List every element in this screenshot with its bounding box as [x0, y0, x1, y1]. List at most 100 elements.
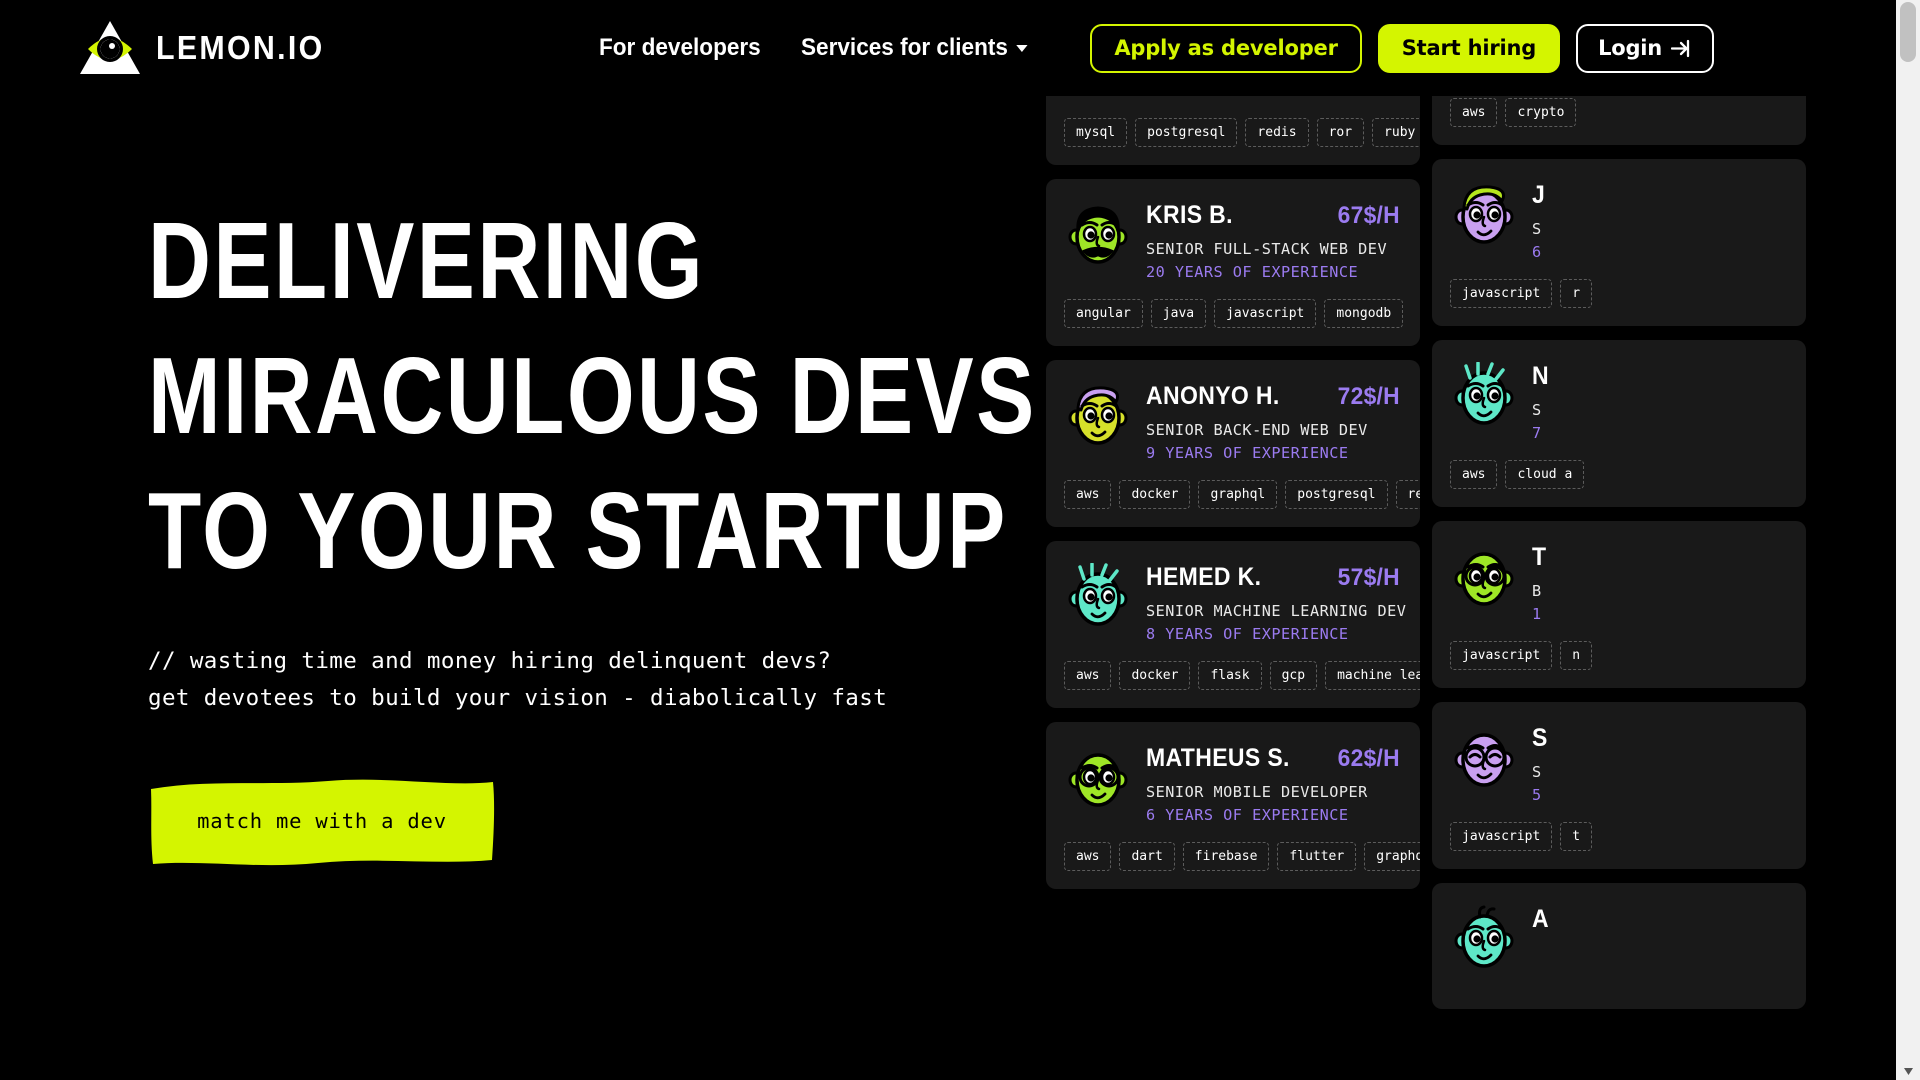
dev-name: KRIS B. — [1146, 201, 1233, 229]
skill-tag[interactable]: javascript — [1214, 299, 1317, 328]
teal-glasses-avatar — [1064, 562, 1132, 631]
dev-name: S — [1532, 724, 1548, 752]
login-button[interactable]: Login — [1576, 23, 1715, 73]
skill-tag[interactable]: flutter — [1277, 842, 1357, 871]
dev-role: SENIOR BACK-END WEB DEV — [1146, 421, 1368, 439]
dev-experience: 8 YEARS OF EXPERIENCE — [1146, 625, 1349, 643]
dev-info: TB 1 — [1532, 541, 1788, 623]
dev-card[interactable]: A — [1432, 883, 1806, 1009]
skill-tag[interactable]: postgresql — [1285, 480, 1388, 509]
scrollbar-down-arrow[interactable] — [1896, 1062, 1920, 1080]
dev-role: S — [1532, 220, 1542, 238]
dev-card[interactable]: J S 6 javascript r — [1432, 159, 1806, 326]
skill-tag[interactable]: machine learning — [1325, 661, 1420, 690]
dev-card[interactable]: T B 1 javascript n — [1432, 521, 1806, 688]
skill-tags: awsdockerflaskgcpmachine learning — [1064, 661, 1420, 690]
dev-card[interactable]: S S 5 javascript t — [1432, 702, 1806, 869]
skill-tag[interactable]: javascript — [1450, 822, 1553, 851]
skill-tag[interactable]: javascript — [1450, 641, 1553, 670]
skill-tags: javascript n — [1450, 641, 1788, 670]
nav-services-label: Services for clients — [801, 34, 1009, 61]
dev-info: KRIS B. 67$/H SENIOR FULL-STACK WEB DEV 20 … — [1146, 199, 1402, 281]
nav-services-for-clients[interactable]: Services for clients — [801, 34, 1028, 62]
skill-tag[interactable]: aws — [1450, 460, 1498, 489]
dev-card[interactable]: ANONYO H. 72$/H SENIOR BACK-END WEB DEV 9 Y… — [1046, 360, 1420, 527]
page-scrollbar[interactable] — [1896, 0, 1920, 1080]
login-label: Login — [1598, 36, 1663, 60]
dev-rate: 67$/H — [1338, 202, 1401, 229]
dev-name: T — [1532, 543, 1547, 571]
skill-tag[interactable]: flask — [1198, 661, 1262, 690]
skill-tag[interactable]: aws — [1064, 661, 1112, 690]
dev-role: SENIOR FULL-STACK WEB DEV — [1146, 240, 1388, 258]
skill-tags: javascript t — [1450, 822, 1788, 851]
skill-tag[interactable]: javascript — [1450, 279, 1553, 308]
dev-name: ANONYO H. — [1146, 382, 1280, 410]
skill-tag[interactable]: r — [1560, 279, 1593, 308]
nav-for-developers[interactable]: For developers — [599, 34, 761, 62]
hero-section: DELIVERING MIRACULOUS DEVS TO YOUR START… — [0, 96, 1040, 867]
skill-tags: awsdartfirebasefluttergraphql — [1064, 842, 1420, 871]
skill-tag[interactable]: react — [1395, 480, 1420, 509]
skill-tag[interactable]: t — [1560, 822, 1593, 851]
dev-role: B — [1532, 582, 1542, 600]
skill-tag[interactable]: docker — [1119, 480, 1191, 509]
purple-glasses-avatar — [1450, 724, 1518, 792]
login-arrow-icon — [1671, 39, 1692, 58]
skill-tag[interactable]: redis — [1245, 118, 1309, 147]
dev-name: MATHEUS S. — [1146, 744, 1290, 772]
skill-tag[interactable]: mysql — [1064, 118, 1128, 147]
blue-hair-green-avatar — [1450, 543, 1518, 611]
skill-tag[interactable]: ror — [1316, 118, 1365, 147]
dev-experience: 6 YEARS OF EXPERIENCE — [1146, 806, 1349, 824]
dev-info: SS 5 — [1532, 722, 1788, 804]
apply-as-developer-button[interactable]: Apply as developer — [1090, 23, 1362, 73]
dev-experience: 7 — [1532, 424, 1542, 442]
tagline-line-2: get devotees to build your vision - diab… — [148, 685, 888, 711]
skill-tag[interactable]: gcp — [1269, 661, 1318, 690]
skill-tag[interactable]: n — [1560, 641, 1593, 670]
dev-experience: 5 — [1532, 786, 1542, 804]
dev-info: NS 7 — [1532, 360, 1788, 442]
skill-tag[interactable]: aws — [1450, 98, 1498, 127]
green-face-avatar — [1064, 201, 1132, 269]
tagline-line-1: // wasting time and money hiring delinqu… — [148, 648, 832, 674]
teal-bald-avatar — [1450, 361, 1518, 430]
dev-info: JS 6 — [1532, 179, 1788, 261]
dev-name: N — [1532, 362, 1549, 390]
skill-tags: awsdockergraphqlpostgresql react — [1064, 480, 1420, 509]
dev-role: S — [1532, 401, 1542, 419]
dev-card[interactable]: KRIS B. 67$/H SENIOR FULL-STACK WEB DEV 20 … — [1046, 179, 1420, 346]
skill-tags: angular java javascript mongodb — [1064, 299, 1404, 328]
skill-tag[interactable]: java — [1150, 299, 1207, 328]
skill-tag[interactable]: angular — [1064, 299, 1143, 328]
skill-tag[interactable]: ruby — [1372, 118, 1420, 147]
match-me-with-a-dev-button[interactable]: match me with a dev — [148, 775, 496, 867]
skill-tag[interactable]: docker — [1119, 661, 1191, 690]
skill-tag[interactable]: crypto — [1505, 98, 1577, 127]
dev-card[interactable]: N S 7 aws cloud a — [1432, 340, 1806, 507]
skill-tag[interactable]: aws — [1064, 480, 1112, 509]
triangle-eye-icon — [78, 19, 142, 77]
dev-rate: 62$/H — [1338, 745, 1401, 772]
skill-tag[interactable]: postgresql — [1135, 118, 1238, 147]
headline-line-2: MIRACULOUS DEVS — [148, 335, 1037, 457]
skill-tag[interactable]: mongodb — [1324, 299, 1404, 328]
skill-tag[interactable]: graphql — [1364, 842, 1420, 871]
page-title: DELIVERING MIRACULOUS DEVS TO YOUR START… — [148, 194, 1037, 599]
skill-tag[interactable]: firebase — [1182, 842, 1270, 871]
skill-tag[interactable]: cloud a — [1505, 460, 1585, 489]
site-header: LEMON.IO For developers Services for cli… — [0, 0, 1896, 96]
skill-tag[interactable]: graphql — [1198, 480, 1278, 509]
dev-card[interactable]: HEMED K. 57$/H SENIOR MACHINE LEARNING DEV… — [1046, 541, 1420, 708]
headline-line-3: TO YOUR STARTUP — [148, 470, 1008, 592]
dev-info: A — [1532, 903, 1788, 944]
start-hiring-button[interactable]: Start hiring — [1377, 23, 1561, 73]
dev-card[interactable]: MATHEUS S. 62$/H SENIOR MOBILE DEVELOPER 6 … — [1046, 722, 1420, 889]
headline-line-1: DELIVERING — [148, 200, 705, 322]
scrollbar-thumb[interactable] — [1900, 2, 1916, 62]
logo[interactable]: LEMON.IO — [78, 19, 339, 77]
skill-tags: javascript r — [1450, 279, 1788, 308]
skill-tag[interactable]: dart — [1119, 842, 1175, 871]
skill-tag[interactable]: aws — [1064, 842, 1112, 871]
